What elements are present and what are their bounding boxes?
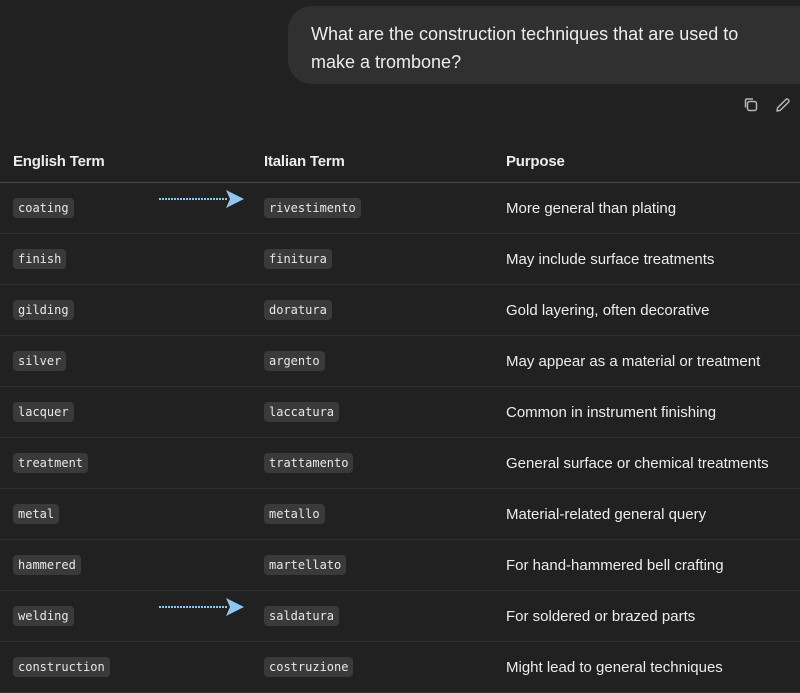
italian-term: finitura [264, 249, 332, 269]
english-term: treatment [13, 453, 89, 473]
header-italian: Italian Term [264, 152, 345, 170]
table-row: silver argento May appear as a material or… [0, 336, 800, 387]
edit-icon[interactable] [774, 96, 792, 114]
user-message-text: What are the construction techniques tha… [311, 24, 739, 72]
table-row: metal metallo Material-related general que… [0, 489, 800, 540]
italian-term-cell: argento [264, 351, 506, 371]
italian-term-cell: saldatura [264, 606, 506, 626]
purpose-cell: Gold layering, often decorative [506, 301, 710, 319]
english-term: construction [13, 657, 110, 677]
english-term-cell: coating [0, 190, 264, 218]
table-row: coating rivestimento More general than pla… [0, 183, 800, 234]
table-row: finish finitura May include surface treatm… [0, 234, 800, 285]
table-row: gilding doratura Gold layering, often deco… [0, 285, 800, 336]
english-term-cell: construction [0, 657, 264, 677]
italian-term: saldatura [264, 606, 340, 626]
italian-term: costruzione [264, 657, 354, 677]
italian-term-cell: metallo [264, 504, 506, 524]
user-message-bubble: What are the construction techniques tha… [288, 6, 800, 84]
english-term: silver [13, 351, 67, 371]
italian-term-cell: trattamento [264, 453, 506, 473]
purpose-cell: Material-related general query [506, 505, 707, 523]
purpose-cell: For hand-hammered bell crafting [506, 556, 724, 574]
italian-term-cell: finitura [264, 249, 506, 269]
italian-term-cell: martellato [264, 555, 506, 575]
italian-term-cell: laccatura [264, 402, 506, 422]
english-term: hammered [13, 555, 81, 575]
italian-term-cell: costruzione [264, 657, 506, 677]
header-english: English Term [13, 152, 105, 170]
english-term: welding [13, 606, 74, 626]
table-header: English Term Italian Term Purpose [0, 140, 800, 183]
message-actions [742, 96, 792, 114]
italian-term-cell: rivestimento [264, 198, 506, 218]
english-term: coating [13, 198, 74, 218]
table-row: hammered martellato For hand-hammered bell… [0, 540, 800, 591]
table-row: treatment trattamento General surface or c… [0, 438, 800, 489]
italian-term: argento [264, 351, 325, 371]
italian-term-cell: doratura [264, 300, 506, 320]
purpose-cell: More general than plating [506, 199, 677, 217]
italian-term: doratura [264, 300, 332, 320]
table-row: lacquer laccatura Common in instrument fin… [0, 387, 800, 438]
table-body: coating rivestimento More general than pla… [0, 183, 800, 693]
english-term-cell: finish [0, 249, 264, 269]
italian-term: metallo [264, 504, 325, 524]
english-term: finish [13, 249, 67, 269]
purpose-cell: For soldered or brazed parts [506, 607, 696, 625]
header-purpose: Purpose [506, 152, 565, 170]
arrow-right-icon [159, 598, 244, 616]
english-term-cell: lacquer [0, 402, 264, 422]
english-term-cell: treatment [0, 453, 264, 473]
table-row: construction costruzione Might lead to gen… [0, 642, 800, 693]
english-term: lacquer [13, 402, 74, 422]
purpose-cell: May include surface treatments [506, 250, 715, 268]
english-term-cell: hammered [0, 555, 264, 575]
italian-term: trattamento [264, 453, 354, 473]
purpose-cell: Might lead to general techniques [506, 658, 723, 676]
purpose-cell: General surface or chemical treatments [506, 454, 769, 472]
purpose-cell: Common in instrument finishing [506, 403, 717, 421]
english-term-cell: metal [0, 504, 264, 524]
english-term-cell: welding [0, 598, 264, 626]
copy-icon[interactable] [742, 96, 760, 114]
arrow-right-icon [159, 190, 244, 208]
english-term: gilding [13, 300, 74, 320]
purpose-cell: May appear as a material or treatment [506, 352, 761, 370]
english-term: metal [13, 504, 60, 524]
italian-term: rivestimento [264, 198, 361, 218]
italian-term: martellato [264, 555, 347, 575]
terms-table: English Term Italian Term Purpose coatin… [0, 140, 800, 693]
italian-term: laccatura [264, 402, 340, 422]
table-row: welding saldatura For soldered or brazed p… [0, 591, 800, 642]
english-term-cell: gilding [0, 300, 264, 320]
english-term-cell: silver [0, 351, 264, 371]
